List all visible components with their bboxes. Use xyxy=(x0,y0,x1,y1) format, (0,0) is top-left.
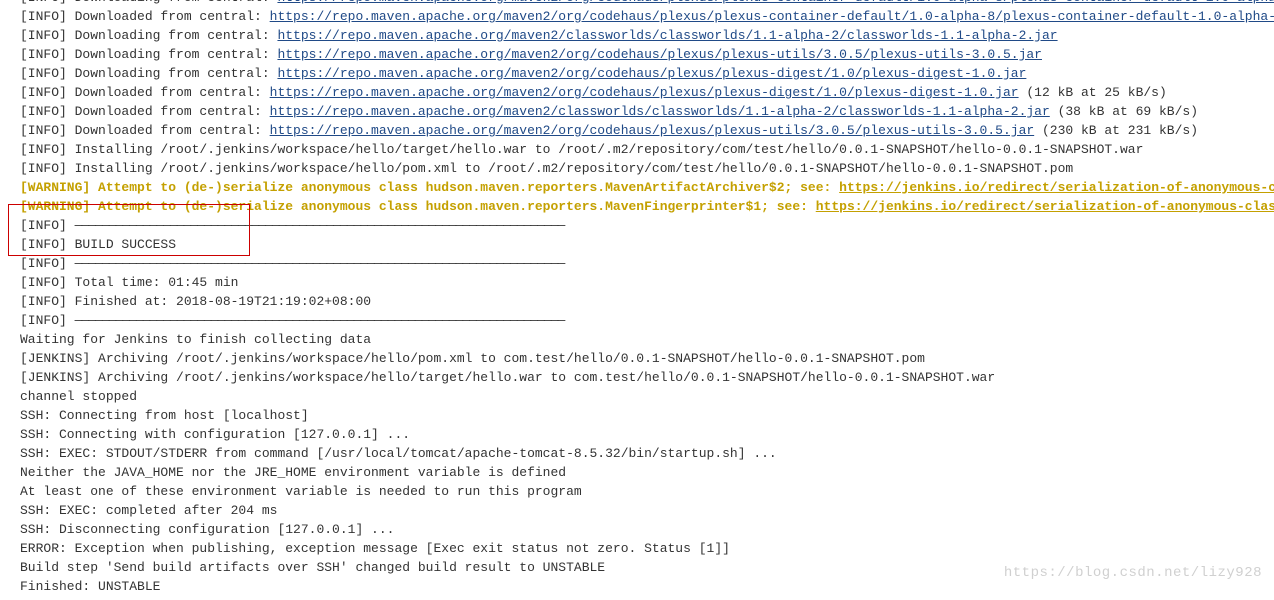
separator-line: [INFO] —————————————————————————————————… xyxy=(20,311,1254,330)
total-time-line: [INFO] Total time: 01:45 min xyxy=(20,273,1254,292)
log-suffix: (38 kB at 69 kB/s) xyxy=(1050,104,1198,119)
log-line: [INFO] Downloaded from central: https://… xyxy=(20,102,1254,121)
log-line: Neither the JAVA_HOME nor the JRE_HOME e… xyxy=(20,463,1254,482)
maven-url-link[interactable]: https://repo.maven.apache.org/maven2/cla… xyxy=(270,104,1050,119)
log-prefix: [INFO] Downloaded from central: xyxy=(20,104,270,119)
separator-line: [INFO] —————————————————————————————————… xyxy=(20,254,1254,273)
error-line: ERROR: Exception when publishing, except… xyxy=(20,539,1254,558)
log-line: [JENKINS] Archiving /root/.jenkins/works… xyxy=(20,349,1254,368)
console-output: [INFO] Downloading from central: https:/… xyxy=(0,0,1274,596)
finished-at-line: [INFO] Finished at: 2018-08-19T21:19:02+… xyxy=(20,292,1254,311)
separator-dashes: ————————————————————————————————————————… xyxy=(75,218,565,233)
log-prefix: [INFO] Downloaded from central: xyxy=(20,123,270,138)
log-line: [INFO] Installing /root/.jenkins/workspa… xyxy=(20,159,1254,178)
log-line: [JENKINS] Archiving /root/.jenkins/works… xyxy=(20,368,1254,387)
log-suffix: (230 kB at 231 kB/s) xyxy=(1034,123,1198,138)
log-line: [INFO] Installing /root/.jenkins/workspa… xyxy=(20,140,1254,159)
log-line: [INFO] Downloading from central: https:/… xyxy=(20,0,1254,7)
warning-line: [WARNING] Attempt to (de-)serialize anon… xyxy=(20,178,1254,197)
log-prefix: [INFO] Downloading from central: xyxy=(20,0,277,5)
warning-text: [WARNING] Attempt to (de-)serialize anon… xyxy=(20,180,839,195)
warning-text: [WARNING] Attempt to (de-)serialize anon… xyxy=(20,199,816,214)
maven-url-link[interactable]: https://repo.maven.apache.org/maven2/org… xyxy=(270,9,1274,24)
separator-dashes: ————————————————————————————————————————… xyxy=(75,313,565,328)
log-line: SSH: Disconnecting configuration [127.0.… xyxy=(20,520,1254,539)
maven-url-link[interactable]: https://repo.maven.apache.org/maven2/org… xyxy=(270,123,1035,138)
log-line: Waiting for Jenkins to finish collecting… xyxy=(20,330,1254,349)
log-line: [INFO] Downloaded from central: https://… xyxy=(20,83,1254,102)
log-prefix: [INFO] xyxy=(20,313,75,328)
log-line: SSH: Connecting with configuration [127.… xyxy=(20,425,1254,444)
log-line: [INFO] Downloading from central: https:/… xyxy=(20,45,1254,64)
maven-url-link[interactable]: https://repo.maven.apache.org/maven2/org… xyxy=(277,47,1042,62)
log-line: [INFO] Downloaded from central: https://… xyxy=(20,121,1254,140)
log-line: At least one of these environment variab… xyxy=(20,482,1254,501)
log-line: [INFO] Downloading from central: https:/… xyxy=(20,64,1254,83)
maven-url-link[interactable]: https://repo.maven.apache.org/maven2/org… xyxy=(270,85,1019,100)
separator-line: [INFO] —————————————————————————————————… xyxy=(20,216,1254,235)
log-suffix: (12 kB at 25 kB/s) xyxy=(1019,85,1167,100)
log-line: SSH: EXEC: completed after 204 ms xyxy=(20,501,1254,520)
log-line: SSH: EXEC: STDOUT/STDERR from command [/… xyxy=(20,444,1254,463)
log-prefix: [INFO] Downloading from central: xyxy=(20,47,277,62)
log-prefix: [INFO] xyxy=(20,218,75,233)
log-line: [INFO] Downloading from central: https:/… xyxy=(20,26,1254,45)
watermark-text: https://blog.csdn.net/lizy928 xyxy=(1004,564,1262,583)
log-prefix: [INFO] xyxy=(20,256,75,271)
separator-dashes: ————————————————————————————————————————… xyxy=(75,256,565,271)
log-line: channel stopped xyxy=(20,387,1254,406)
warning-line: [WARNING] Attempt to (de-)serialize anon… xyxy=(20,197,1254,216)
log-line: [INFO] Downloaded from central: https://… xyxy=(20,7,1254,26)
maven-url-link[interactable]: https://repo.maven.apache.org/maven2/org… xyxy=(277,0,1274,5)
log-prefix: [INFO] Downloading from central: xyxy=(20,66,277,81)
warning-link[interactable]: https://jenkins.io/redirect/serializatio… xyxy=(816,199,1274,214)
maven-url-link[interactable]: https://repo.maven.apache.org/maven2/cla… xyxy=(277,28,1057,43)
log-prefix: [INFO] Downloaded from central: xyxy=(20,85,270,100)
maven-url-link[interactable]: https://repo.maven.apache.org/maven2/org… xyxy=(277,66,1026,81)
build-success-line: [INFO] BUILD SUCCESS xyxy=(20,235,1254,254)
log-line: SSH: Connecting from host [localhost] xyxy=(20,406,1254,425)
log-prefix: [INFO] Downloading from central: xyxy=(20,28,277,43)
warning-link[interactable]: https://jenkins.io/redirect/serializatio… xyxy=(839,180,1274,195)
log-prefix: [INFO] Downloaded from central: xyxy=(20,9,270,24)
